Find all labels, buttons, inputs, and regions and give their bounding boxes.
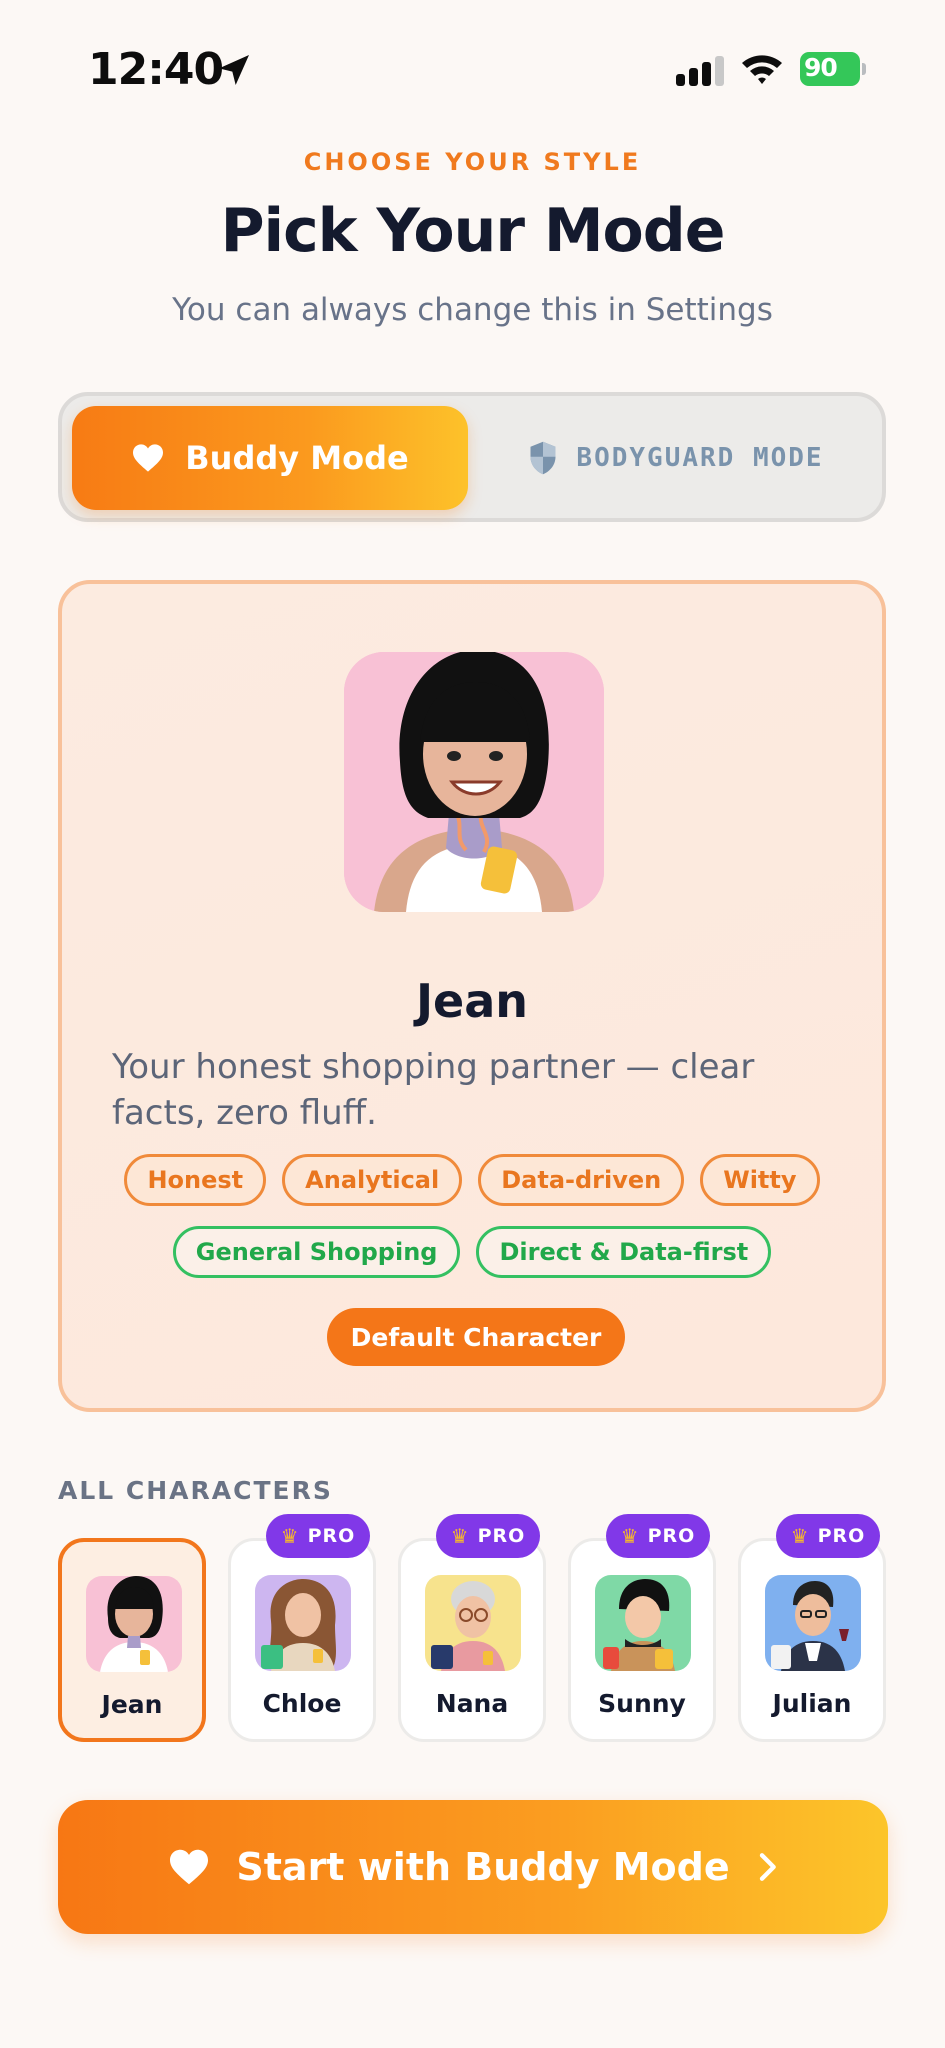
sunny-avatar — [595, 1575, 691, 1671]
status-bar: 12:40 90 — [0, 0, 945, 140]
julian-avatar — [765, 1575, 861, 1671]
character-tile-sunny[interactable]: Sunny — [568, 1538, 716, 1742]
trait-tag: Witty — [700, 1154, 820, 1206]
pro-badge: ♛ PRO — [606, 1514, 710, 1558]
jean-portrait-image — [344, 652, 604, 912]
pro-badge: ♛ PRO — [436, 1514, 540, 1558]
character-tile-chloe[interactable]: Chloe — [228, 1538, 376, 1742]
style-tag: Direct & Data-first — [476, 1226, 772, 1278]
default-character-badge: Default Character — [327, 1308, 625, 1366]
trait-tag: Honest — [124, 1154, 267, 1206]
location-arrow-icon — [219, 55, 249, 85]
pro-label: PRO — [647, 1525, 696, 1547]
battery-icon: 90 — [800, 52, 866, 86]
character-tile-julian[interactable]: Julian — [738, 1538, 886, 1742]
character-avatar — [344, 652, 604, 912]
cellular-signal-icon — [676, 56, 724, 86]
crown-icon: ♛ — [450, 1524, 470, 1548]
crown-icon: ♛ — [620, 1524, 640, 1548]
chevron-right-icon — [759, 1853, 776, 1881]
chloe-avatar — [255, 1575, 351, 1671]
pro-label: PRO — [477, 1525, 526, 1547]
pro-label: PRO — [817, 1525, 866, 1547]
bodyguard-mode-tab[interactable]: BODYGUARD MODE — [474, 406, 878, 510]
heart-icon — [133, 444, 164, 472]
buddy-mode-tab[interactable]: Buddy Mode — [72, 406, 468, 510]
character-tile-name: Jean — [101, 1690, 163, 1719]
status-time: 12:40 — [88, 44, 224, 95]
character-tile-name: Nana — [435, 1689, 509, 1718]
battery-level: 90 — [804, 53, 838, 82]
trait-tag: Data-driven — [478, 1154, 685, 1206]
bodyguard-mode-label: BODYGUARD MODE — [576, 443, 824, 473]
crown-icon: ♛ — [790, 1524, 810, 1548]
shield-icon — [530, 441, 556, 475]
buddy-mode-label: Buddy Mode — [185, 439, 409, 477]
character-tile-name: Julian — [772, 1689, 852, 1718]
character-description: Your honest shopping partner — clear fac… — [112, 1047, 755, 1133]
jean-avatar — [86, 1576, 182, 1672]
trait-tag: Analytical — [282, 1154, 463, 1206]
selected-character-card: Jean Your honest shopping partner — clea… — [58, 580, 886, 1412]
style-tag: General Shopping — [172, 1226, 461, 1278]
pro-badge: ♛ PRO — [266, 1514, 370, 1558]
character-tile-name: Sunny — [598, 1689, 686, 1718]
eyebrow-label: CHOOSE YOUR STYLE — [303, 148, 642, 176]
start-button-label: Start with Buddy Mode — [236, 1845, 730, 1889]
character-tile-nana[interactable]: Nana — [398, 1538, 546, 1742]
start-button[interactable]: Start with Buddy Mode — [58, 1800, 888, 1934]
crown-icon: ♛ — [280, 1524, 300, 1548]
page-title: Pick Your Mode — [220, 196, 726, 266]
character-tile-jean[interactable]: Jean — [58, 1538, 206, 1742]
trait-tags: Honest Analytical Data-driven Witty — [62, 1154, 882, 1206]
pro-badge: ♛ PRO — [776, 1514, 880, 1558]
pro-label: PRO — [307, 1525, 356, 1547]
mode-toggle: Buddy Mode BODYGUARD MODE — [58, 392, 886, 522]
character-tile-name: Chloe — [262, 1689, 342, 1718]
nana-avatar — [425, 1575, 521, 1671]
style-tags: General Shopping Direct & Data-first — [62, 1226, 882, 1278]
page-subtitle: You can always change this in Settings — [172, 292, 773, 328]
all-characters-heading: ALL CHARACTERS — [58, 1476, 333, 1505]
wifi-icon — [742, 55, 782, 84]
heart-icon — [170, 1849, 209, 1885]
character-name: Jean — [415, 974, 529, 1028]
